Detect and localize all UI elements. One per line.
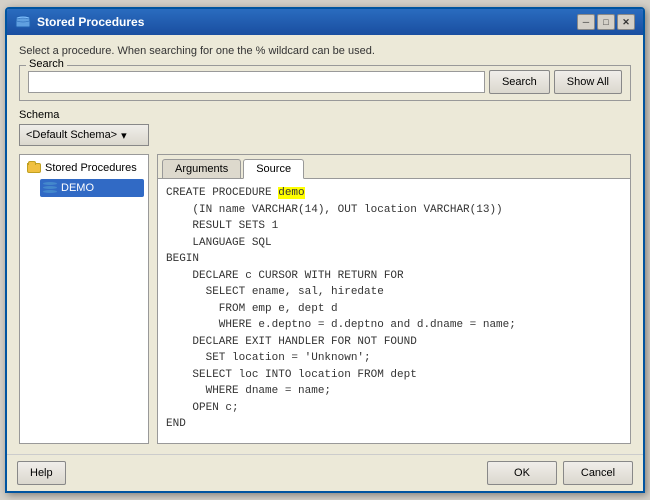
search-row: Search Show All — [28, 70, 622, 94]
maximize-button[interactable]: □ — [597, 14, 615, 30]
tree-child-label: DEMO — [61, 182, 94, 194]
help-button[interactable]: Help — [17, 461, 66, 485]
highlighted-demo: demo — [278, 187, 304, 199]
minimize-button[interactable]: ─ — [577, 14, 595, 30]
tabs-row: Arguments Source — [158, 155, 630, 179]
close-button[interactable]: ✕ — [617, 14, 635, 30]
window-controls: ─ □ ✕ — [577, 14, 635, 30]
search-button[interactable]: Search — [489, 70, 550, 94]
chevron-down-icon: ▾ — [121, 129, 127, 142]
window-icon — [15, 14, 31, 30]
schema-dropdown[interactable]: <Default Schema> ▾ — [19, 124, 149, 146]
tree-child-item[interactable]: DEMO — [40, 179, 144, 197]
stored-procedures-dialog: Stored Procedures ─ □ ✕ Select a procedu… — [5, 7, 645, 493]
search-fieldset: Search Search Show All — [19, 65, 631, 101]
db-icon — [42, 181, 58, 195]
schema-value: <Default Schema> — [26, 129, 117, 141]
schema-label: Schema — [19, 109, 631, 121]
footer: Help OK Cancel — [7, 454, 643, 491]
show-all-button[interactable]: Show All — [554, 70, 622, 94]
schema-section: Schema <Default Schema> ▾ — [19, 109, 631, 146]
folder-icon — [26, 161, 42, 175]
tree-root-item[interactable]: Stored Procedures — [24, 159, 144, 177]
window-title: Stored Procedures — [37, 15, 577, 29]
search-input[interactable] — [28, 71, 485, 93]
tree-root-label: Stored Procedures — [45, 162, 137, 174]
tree-panel: Stored Procedures DEMO — [19, 154, 149, 444]
footer-left: Help — [17, 461, 487, 485]
title-bar: Stored Procedures ─ □ ✕ — [7, 9, 643, 35]
cancel-button[interactable]: Cancel — [563, 461, 633, 485]
search-label: Search — [26, 58, 67, 70]
source-code-content: CREATE PROCEDURE demo (IN name VARCHAR(1… — [158, 179, 630, 443]
ok-button[interactable]: OK — [487, 461, 557, 485]
description-text: Select a procedure. When searching for o… — [19, 45, 631, 57]
footer-right: OK Cancel — [487, 461, 633, 485]
tab-source[interactable]: Source — [243, 159, 304, 179]
main-area: Stored Procedures DEMO — [19, 154, 631, 444]
right-panel: Arguments Source CREATE PROCEDURE demo (… — [157, 154, 631, 444]
window-body: Select a procedure. When searching for o… — [7, 35, 643, 454]
tab-arguments[interactable]: Arguments — [162, 159, 241, 178]
